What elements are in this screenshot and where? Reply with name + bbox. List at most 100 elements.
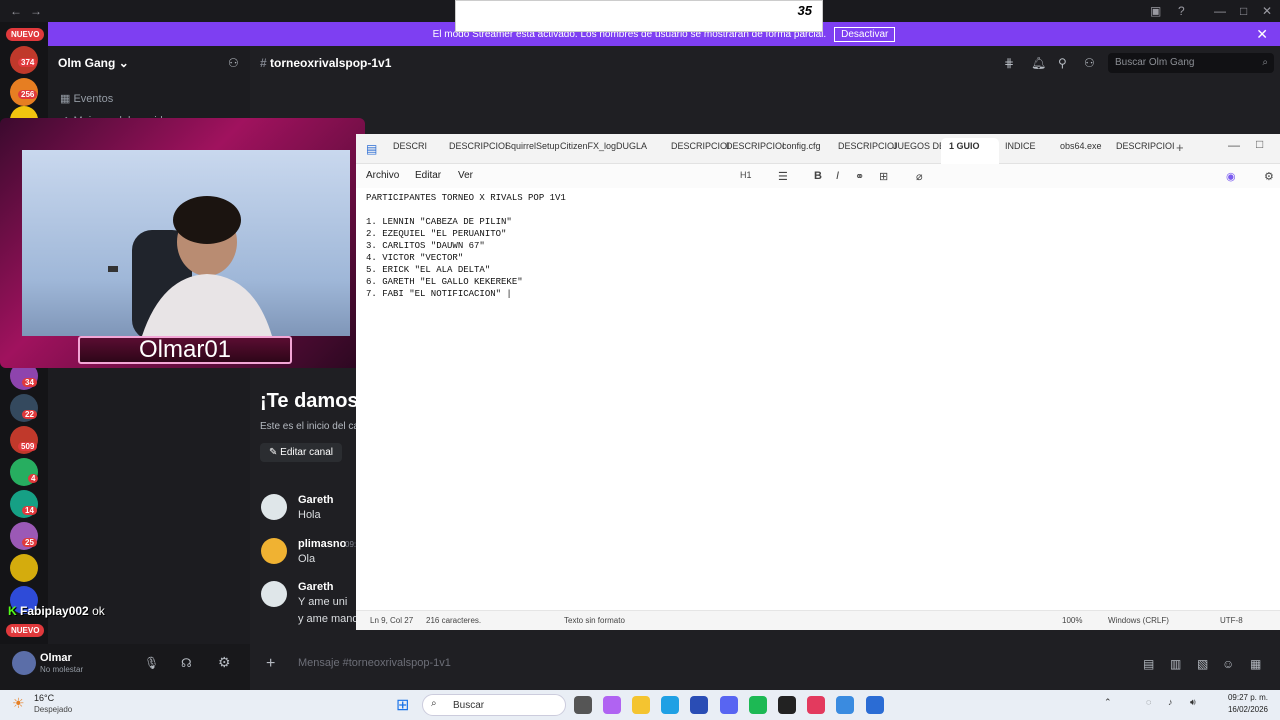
- maximize-icon[interactable]: □: [1240, 4, 1247, 18]
- volume-icon[interactable]: 🔊︎: [1190, 697, 1196, 708]
- bold-icon[interactable]: B: [814, 170, 822, 182]
- app-icon[interactable]: [836, 696, 854, 714]
- add-attachment-icon[interactable]: +: [266, 655, 275, 673]
- sidebar-item-events[interactable]: ▦ Eventos: [60, 92, 113, 105]
- line-ending[interactable]: Windows (CRLF): [1108, 616, 1169, 625]
- weather-icon[interactable]: ☀: [12, 695, 25, 712]
- gear-icon[interactable]: ⚙: [218, 654, 231, 671]
- file-explorer-icon[interactable]: [632, 696, 650, 714]
- tab[interactable]: obs64.exe: [1060, 141, 1102, 151]
- edge-icon[interactable]: [661, 696, 679, 714]
- channel-name: torneoxrivalspop-1v1: [270, 56, 392, 70]
- list-icon[interactable]: ☰: [778, 170, 788, 183]
- avatar[interactable]: [12, 651, 36, 675]
- link-icon[interactable]: ⚭: [855, 170, 864, 183]
- clock-time[interactable]: 09:27 p. m.: [1224, 693, 1268, 702]
- maximize-icon[interactable]: □: [1256, 137, 1263, 151]
- avatar[interactable]: [261, 581, 287, 607]
- message-text: y ame manda: [298, 613, 365, 625]
- tab[interactable]: DESCRIPCIOI: [726, 141, 785, 151]
- microphone-icon[interactable]: 🎙︎: [144, 656, 159, 670]
- task-view-icon[interactable]: [574, 696, 592, 714]
- inbox-icon[interactable]: ▣: [1150, 4, 1161, 18]
- webcam-name-plate: Olmar01: [78, 336, 292, 364]
- network-icon[interactable]: ◌: [1146, 697, 1151, 707]
- tray-expand-icon[interactable]: ⌃: [1104, 697, 1112, 708]
- spotify-icon[interactable]: [749, 696, 767, 714]
- avatar[interactable]: [261, 494, 287, 520]
- windows-start-icon[interactable]: ⊞: [396, 695, 409, 715]
- tab[interactable]: DESCRI: [393, 141, 427, 151]
- close-window-icon[interactable]: ✕: [1262, 4, 1272, 18]
- weather-temp[interactable]: 16°C: [34, 693, 54, 703]
- minimize-icon[interactable]: —: [1214, 4, 1226, 18]
- tab[interactable]: DESCRIPCIOI: [449, 141, 508, 151]
- disable-streamer-button[interactable]: Desactivar: [834, 26, 896, 42]
- menu-file[interactable]: Archivo: [366, 170, 399, 181]
- copilot-icon[interactable]: ◉: [1226, 170, 1236, 183]
- weather-desc[interactable]: Despejado: [34, 705, 72, 714]
- pencil-icon: ✎: [269, 447, 278, 458]
- tiktok-icon[interactable]: [807, 696, 825, 714]
- gift-icon[interactable]: ▤: [1143, 657, 1154, 671]
- forward-icon[interactable]: →: [30, 4, 42, 18]
- tab[interactable]: config.cfg: [782, 141, 821, 151]
- gif-icon[interactable]: ▥: [1170, 657, 1181, 671]
- italic-icon[interactable]: I: [836, 170, 839, 182]
- minimize-icon[interactable]: —: [1228, 138, 1240, 152]
- server-icon[interactable]: [10, 554, 38, 582]
- zoom-level[interactable]: 100%: [1062, 616, 1082, 625]
- unread-count: 22: [22, 410, 37, 419]
- cursor-position: Ln 9, Col 27: [370, 616, 414, 625]
- tab[interactable]: DESCRIPCIOI: [838, 141, 897, 151]
- tab[interactable]: SquirrelSetup: [505, 141, 560, 151]
- tab[interactable]: DESCRIPCIOI: [1116, 141, 1175, 151]
- message-author[interactable]: Gareth: [298, 494, 333, 506]
- message-author[interactable]: Gareth: [298, 581, 333, 593]
- close-icon[interactable]: ✕: [1256, 26, 1268, 43]
- bell-icon[interactable]: 🔔︎: [1031, 56, 1046, 70]
- help-icon[interactable]: ?: [1178, 4, 1185, 18]
- clear-format-icon[interactable]: ⌀: [916, 170, 923, 183]
- message-input[interactable]: Mensaje #torneoxrivalspop-1v1: [298, 657, 451, 669]
- mic-icon[interactable]: ♪: [1168, 697, 1173, 707]
- search-input[interactable]: Buscar Olm Gang ⌕: [1108, 53, 1274, 73]
- menu-edit[interactable]: Editar: [415, 170, 441, 181]
- encoding[interactable]: UTF-8: [1220, 616, 1243, 625]
- tab[interactable]: CitizenFX_log: [560, 141, 616, 151]
- device: [108, 266, 118, 272]
- headphones-icon[interactable]: ☊: [181, 656, 192, 670]
- sticker-icon[interactable]: ▧: [1197, 657, 1208, 671]
- new-tab-icon[interactable]: +: [1176, 140, 1184, 155]
- taskbar-search[interactable]: ⌕ Buscar: [422, 694, 566, 716]
- unread-count: 509: [18, 442, 38, 451]
- settings-icon[interactable]: ⚙: [1264, 170, 1274, 183]
- notepad-text-area[interactable]: PARTICIPANTES TORNEO X RIVALS POP 1V1 1.…: [366, 192, 566, 300]
- discord-icon[interactable]: [720, 696, 738, 714]
- notepad-app-icon[interactable]: [866, 696, 884, 714]
- table-icon[interactable]: ⊞: [879, 170, 888, 183]
- obs-icon[interactable]: [778, 696, 796, 714]
- members-icon[interactable]: ⚇: [1084, 56, 1095, 70]
- apps-icon[interactable]: ▦: [1250, 657, 1261, 671]
- tab[interactable]: DESCRIPCIOI: [671, 141, 730, 151]
- emoji-icon[interactable]: ☺: [1222, 657, 1234, 671]
- tab[interactable]: INDICE: [1005, 141, 1036, 151]
- pin-icon[interactable]: ⚲: [1058, 56, 1067, 70]
- avatar[interactable]: [261, 538, 287, 564]
- menu-view[interactable]: Ver: [458, 170, 473, 181]
- message-author[interactable]: plimasno: [298, 538, 346, 550]
- heading-dropdown[interactable]: H1: [740, 170, 752, 180]
- threads-icon[interactable]: ⋕: [1004, 56, 1014, 70]
- hash-icon: #: [260, 56, 267, 70]
- back-icon[interactable]: ←: [10, 4, 22, 18]
- tab-active[interactable]: 1 GUIO: [949, 141, 980, 151]
- edit-channel-button[interactable]: ✎ Editar canal: [260, 443, 342, 462]
- char-count: 216 caracteres.: [426, 616, 482, 625]
- tab[interactable]: DUGLA: [616, 141, 647, 151]
- copilot-app-icon[interactable]: [603, 696, 621, 714]
- server-name[interactable]: Olm Gang ⌄: [58, 56, 129, 70]
- add-member-icon[interactable]: ⚇: [228, 56, 239, 70]
- clock-date[interactable]: 16/02/2026: [1224, 705, 1268, 714]
- store-icon[interactable]: [690, 696, 708, 714]
